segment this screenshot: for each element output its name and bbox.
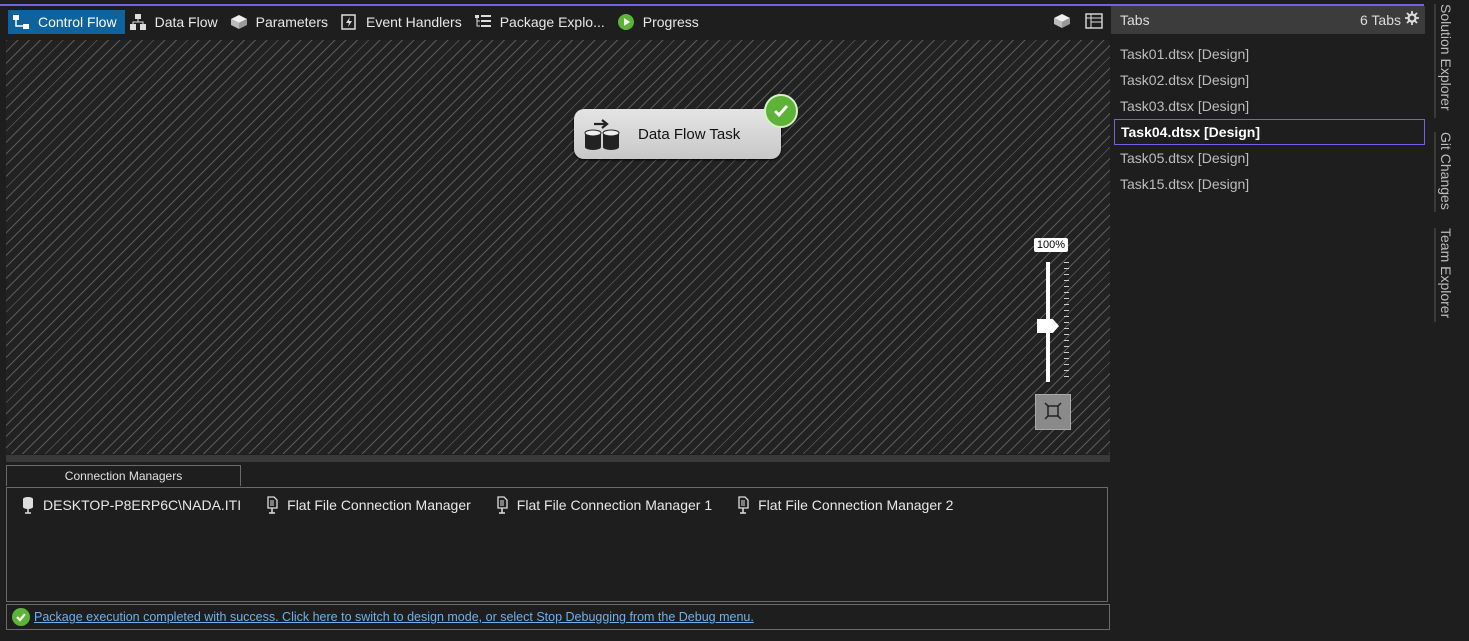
tab-package-explorer[interactable]: Package Explo... <box>470 10 613 34</box>
control-flow-icon <box>12 13 30 31</box>
tabs-panel-title: Tabs <box>1120 12 1150 28</box>
side-tab-separator <box>1434 4 1436 118</box>
switch-to-design-link[interactable]: Package execution completed with success… <box>34 610 754 624</box>
tab-label: Data Flow <box>154 14 218 30</box>
parameters-icon <box>230 13 248 31</box>
flat-file-connection-icon <box>265 496 281 514</box>
zoom-fit-icon <box>1044 401 1062 423</box>
connection-label: Flat File Connection Manager 2 <box>758 497 954 513</box>
tabs-panel: Tabs 6 Tabs Task01.dtsx [Design] Task02.… <box>1111 6 1425 636</box>
connection-manager-item[interactable]: Flat File Connection Manager <box>265 496 471 514</box>
connection-manager-item[interactable]: DESKTOP-P8ERP6C\NADA.ITI <box>21 496 241 514</box>
zoom-level-label: 100% <box>1034 238 1068 252</box>
tabs-panel-header: Tabs 6 Tabs <box>1111 6 1425 34</box>
open-tab-item[interactable]: Task15.dtsx [Design] <box>1114 171 1425 197</box>
connection-managers-tab[interactable]: Connection Managers <box>6 465 241 486</box>
connection-managers-panel: DESKTOP-P8ERP6C\NADA.ITI Flat File Conne… <box>6 487 1108 602</box>
connection-label: DESKTOP-P8ERP6C\NADA.ITI <box>43 497 242 513</box>
side-tool-window-bar: Solution Explorer Git Changes Team Explo… <box>1426 0 1469 641</box>
connection-manager-item[interactable]: Flat File Connection Manager 1 <box>495 496 712 514</box>
open-tabs-list: Task01.dtsx [Design] Task02.dtsx [Design… <box>1114 41 1425 197</box>
open-tab-item[interactable]: Task02.dtsx [Design] <box>1114 67 1425 93</box>
flat-file-connection-icon <box>736 496 752 514</box>
open-tab-item-selected[interactable]: Task04.dtsx [Design] <box>1114 119 1425 145</box>
task-label: Data Flow Task <box>638 125 741 143</box>
zoom-slider-ticks <box>1064 262 1069 382</box>
open-tab-item[interactable]: Task03.dtsx [Design] <box>1114 93 1425 119</box>
open-tab-item[interactable]: Task05.dtsx [Design] <box>1114 145 1425 171</box>
package-explorer-icon <box>474 13 492 31</box>
zoom-to-fit-button[interactable] <box>1035 394 1071 430</box>
side-tab-separator <box>1434 132 1436 212</box>
flat-file-connection-icon <box>495 496 511 514</box>
tab-label: Control Flow <box>38 14 117 30</box>
data-flow-task-icon <box>580 112 624 156</box>
open-tab-item[interactable]: Task01.dtsx [Design] <box>1114 41 1425 67</box>
accent-line <box>0 4 1110 6</box>
gear-icon[interactable] <box>1405 11 1419 25</box>
designer-toolbar-right <box>1052 11 1104 31</box>
tab-data-flow[interactable]: Data Flow <box>125 10 226 34</box>
tab-progress[interactable]: Progress <box>613 10 707 34</box>
side-tab-team-explorer[interactable]: Team Explorer <box>1438 228 1454 318</box>
variables-window-icon[interactable] <box>1084 11 1104 31</box>
tab-label: Parameters <box>255 14 328 30</box>
zoom-control: 100% <box>1034 238 1082 438</box>
data-flow-task-node[interactable]: Data Flow Task <box>574 94 798 159</box>
tab-event-handlers[interactable]: Event Handlers <box>336 10 470 34</box>
side-tab-solution-explorer[interactable]: Solution Explorer <box>1438 4 1454 111</box>
connection-manager-item[interactable]: Flat File Connection Manager 2 <box>736 496 953 514</box>
ole-db-connection-icon <box>21 496 37 514</box>
zoom-slider-thumb[interactable] <box>1037 319 1059 333</box>
connection-label: Flat File Connection Manager <box>287 497 471 513</box>
data-flow-icon <box>129 13 147 31</box>
connection-label: Flat File Connection Manager 1 <box>516 497 713 513</box>
designer-tab-bar: Control Flow Data Flow Parameters Event … <box>8 9 707 35</box>
tab-label: Event Handlers <box>365 14 462 30</box>
tab-control-flow[interactable]: Control Flow <box>8 10 125 34</box>
success-check-icon <box>12 608 30 626</box>
side-tab-separator <box>1434 228 1436 322</box>
execution-status-bar: Package execution completed with success… <box>6 604 1110 630</box>
package-view-icon[interactable] <box>1052 11 1072 31</box>
side-tab-git-changes[interactable]: Git Changes <box>1438 132 1454 210</box>
horizontal-scrollbar[interactable] <box>6 455 1110 462</box>
event-handlers-icon <box>340 13 358 31</box>
success-check-icon <box>764 94 798 128</box>
tab-label: Progress <box>642 14 699 30</box>
tabs-count: 6 Tabs <box>1360 12 1401 28</box>
progress-play-icon <box>617 13 635 31</box>
tab-label: Package Explo... <box>499 14 605 30</box>
control-flow-canvas[interactable]: Data Flow Task 100% <box>6 40 1110 454</box>
tab-parameters[interactable]: Parameters <box>226 10 336 34</box>
